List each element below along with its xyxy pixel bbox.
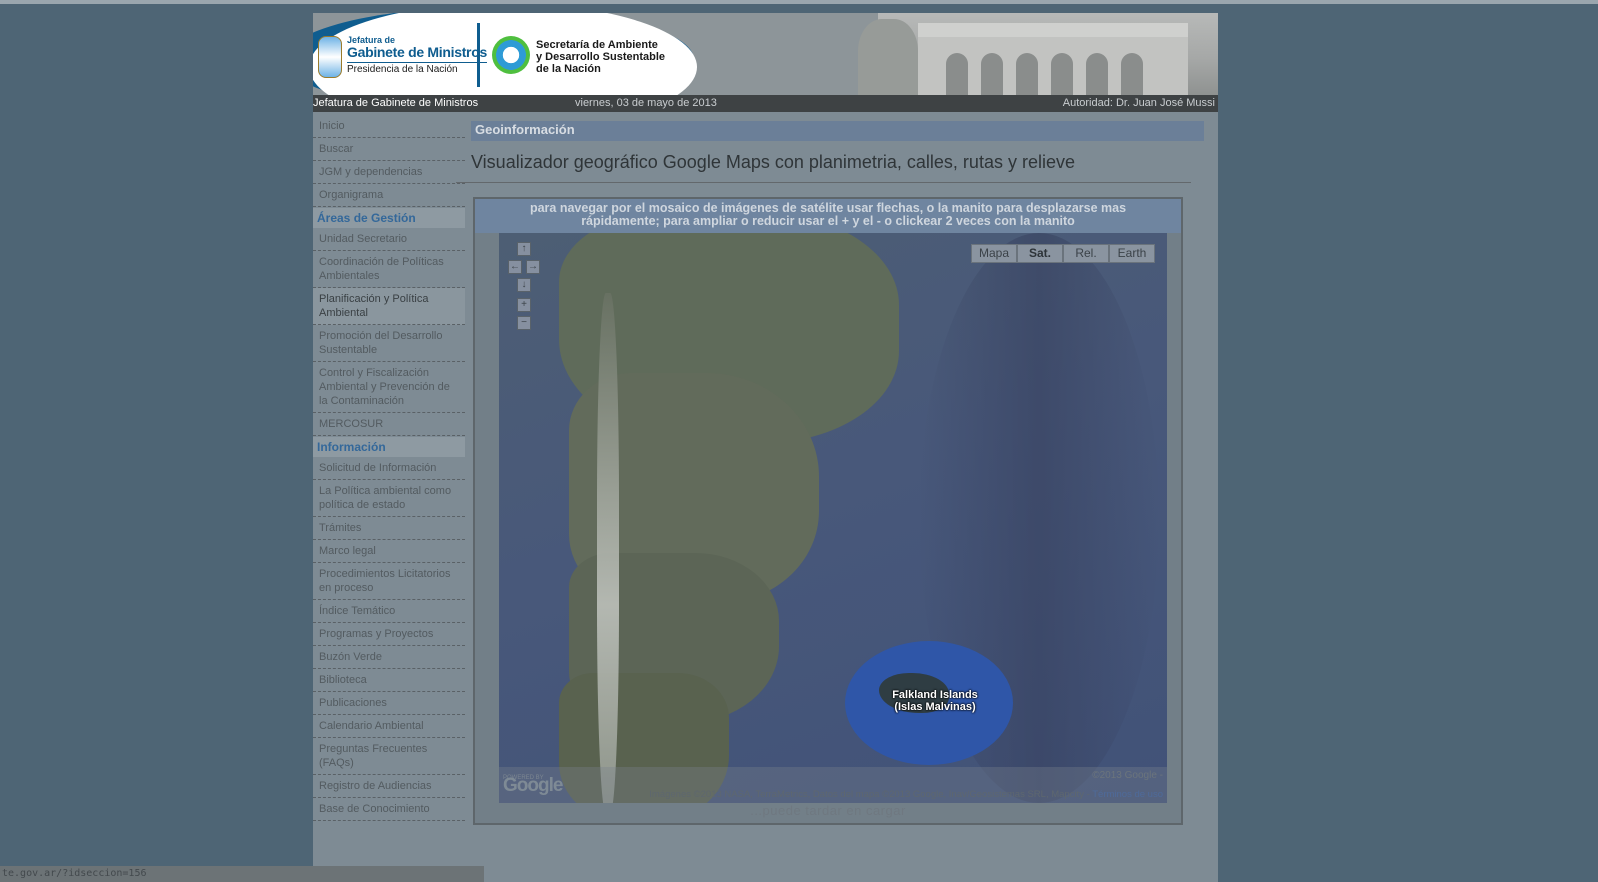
info-bar-date: viernes, 03 de mayo de 2013	[575, 97, 717, 109]
building-roof	[918, 23, 1188, 37]
tree-shape	[858, 19, 918, 95]
nav-item-marco-legal[interactable]: Marco legal	[313, 540, 465, 563]
info-bar-authority: Autoridad: Dr. Juan José Mussi	[1062, 97, 1215, 109]
nav-item-publicaciones[interactable]: Publicaciones	[313, 692, 465, 715]
imagery-text: Imágenes ©2013 NASA, TerraMetrics, Datos…	[649, 789, 1090, 800]
map-type-mapa-button[interactable]: Mapa	[971, 244, 1017, 263]
secretaria-logo[interactable]: Secretaría de Ambiente y Desarrollo Sust…	[536, 39, 665, 75]
map-instructions-line2: rápidamente; para ampliar o reducir usar…	[581, 214, 1075, 228]
sidebar-nav: Inicio Buscar JGM y dependencias Organig…	[313, 115, 465, 821]
nav-item-conocimiento[interactable]: Base de Conocimiento	[313, 798, 465, 821]
google-logo[interactable]: Google	[503, 775, 563, 797]
sun-logo-icon	[492, 36, 530, 74]
map-copyright: ©2013 Google -	[1092, 770, 1163, 781]
browser-top-line	[0, 0, 1598, 4]
building-arch	[1051, 53, 1073, 95]
nav-item-audiencias[interactable]: Registro de Audiencias	[313, 775, 465, 798]
nav-item-licitatorios[interactable]: Procedimientos Licitatorios en proceso	[313, 563, 465, 600]
national-seal-icon	[318, 36, 342, 78]
map-instructions: para navegar por el mosaico de imágenes …	[475, 199, 1181, 233]
logo-separator	[477, 23, 480, 87]
info-bar-org: Jefatura de Gabinete de Ministros	[313, 97, 479, 109]
page: Jefatura de Gabinete de Ministros Presid…	[313, 13, 1218, 882]
info-bar: Jefatura de Gabinete de Ministros vierne…	[313, 95, 1218, 112]
map-type-sat-button[interactable]: Sat.	[1017, 244, 1063, 263]
pan-left-icon[interactable]: ←	[508, 260, 522, 274]
nav-item-planificacion[interactable]: Planificación y Política Ambiental	[313, 288, 465, 325]
nav-item-control[interactable]: Control y Fiscalización Ambiental y Prev…	[313, 362, 465, 413]
nav-item-buscar[interactable]: Buscar	[313, 138, 465, 161]
logo2-line3: de la Nación	[536, 63, 601, 75]
zoom-in-icon[interactable]: +	[517, 298, 531, 312]
nav-item-politica[interactable]: La Política ambiental como política de e…	[313, 480, 465, 517]
main-content: Geoinformación Visualizador geográfico G…	[471, 121, 1204, 173]
nav-item-mercosur[interactable]: MERCOSUR	[313, 413, 465, 436]
falkland-label-line2: (Islas Malvinas)	[894, 701, 976, 713]
nav-item-biblioteca[interactable]: Biblioteca	[313, 669, 465, 692]
building-photo	[858, 13, 1218, 95]
browser-status-bar: te.gov.ar/?idseccion=156	[0, 866, 484, 882]
building-arch	[1121, 53, 1143, 95]
nav-item-solicitud[interactable]: Solicitud de Información	[313, 457, 465, 480]
pan-down-icon[interactable]: ↓	[517, 278, 531, 292]
pan-right-icon[interactable]: →	[526, 260, 540, 274]
building-arch	[1016, 53, 1038, 95]
building-arch	[946, 53, 968, 95]
nav-item-jgm[interactable]: JGM y dependencias	[313, 161, 465, 184]
nav-item-tramites[interactable]: Trámites	[313, 517, 465, 540]
nav-item-calendario[interactable]: Calendario Ambiental	[313, 715, 465, 738]
terms-link[interactable]: Términos de uso	[1092, 789, 1163, 800]
jgm-logo[interactable]: Jefatura de Gabinete de Ministros Presid…	[347, 35, 487, 75]
nav-section-informacion: Información	[313, 437, 465, 457]
nav-item-promocion[interactable]: Promoción del Desarrollo Sustentable	[313, 325, 465, 362]
falkland-label[interactable]: Falkland Islands (Islas Malvinas)	[883, 689, 987, 713]
nav-item-organigrama[interactable]: Organigrama	[313, 184, 465, 207]
map-type-earth-button[interactable]: Earth	[1109, 244, 1155, 263]
content-divider	[456, 182, 1191, 183]
logo1-presidencia: Presidencia de la Nación	[347, 62, 487, 75]
building-arch	[1086, 53, 1108, 95]
section-heading: Geoinformación	[471, 121, 1204, 141]
pan-up-icon[interactable]: ↑	[517, 242, 531, 256]
nav-item-buzon[interactable]: Buzón Verde	[313, 646, 465, 669]
logo2-line2: y Desarrollo Sustentable	[536, 51, 665, 63]
andes-mountains	[597, 293, 619, 803]
header-banner: Jefatura de Gabinete de Ministros Presid…	[313, 13, 1218, 95]
map-container: para navegar por el mosaico de imágenes …	[473, 197, 1183, 825]
falkland-label-line1: Falkland Islands	[892, 689, 978, 701]
building-arch	[981, 53, 1003, 95]
logo2-line1: Secretaría de Ambiente	[536, 39, 658, 51]
map-type-rel-button[interactable]: Rel.	[1063, 244, 1109, 263]
map-canvas[interactable]: ↑ ← → ↓ + − Mapa Sat. Rel. Earth Falklan…	[499, 233, 1167, 803]
nav-item-programas[interactable]: Programas y Proyectos	[313, 623, 465, 646]
zoom-out-icon[interactable]: −	[517, 316, 531, 330]
nav-section-areas: Áreas de Gestión	[313, 208, 465, 228]
loading-note: ...puede tardar en cargar	[750, 803, 906, 818]
page-title: Visualizador geográfico Google Maps con …	[471, 152, 1075, 172]
nav-item-unidad-secretario[interactable]: Unidad Secretario	[313, 228, 465, 251]
nav-item-coordinacion[interactable]: Coordinación de Políticas Ambientales	[313, 251, 465, 288]
nav-item-inicio[interactable]: Inicio	[313, 115, 465, 138]
nav-item-indice[interactable]: Índice Temático	[313, 600, 465, 623]
nav-item-faqs[interactable]: Preguntas Frecuentes (FAQs)	[313, 738, 465, 775]
map-imagery-credits: Imágenes ©2013 NASA, TerraMetrics, Datos…	[649, 789, 1163, 800]
logo1-big: Gabinete de Ministros	[347, 44, 487, 60]
